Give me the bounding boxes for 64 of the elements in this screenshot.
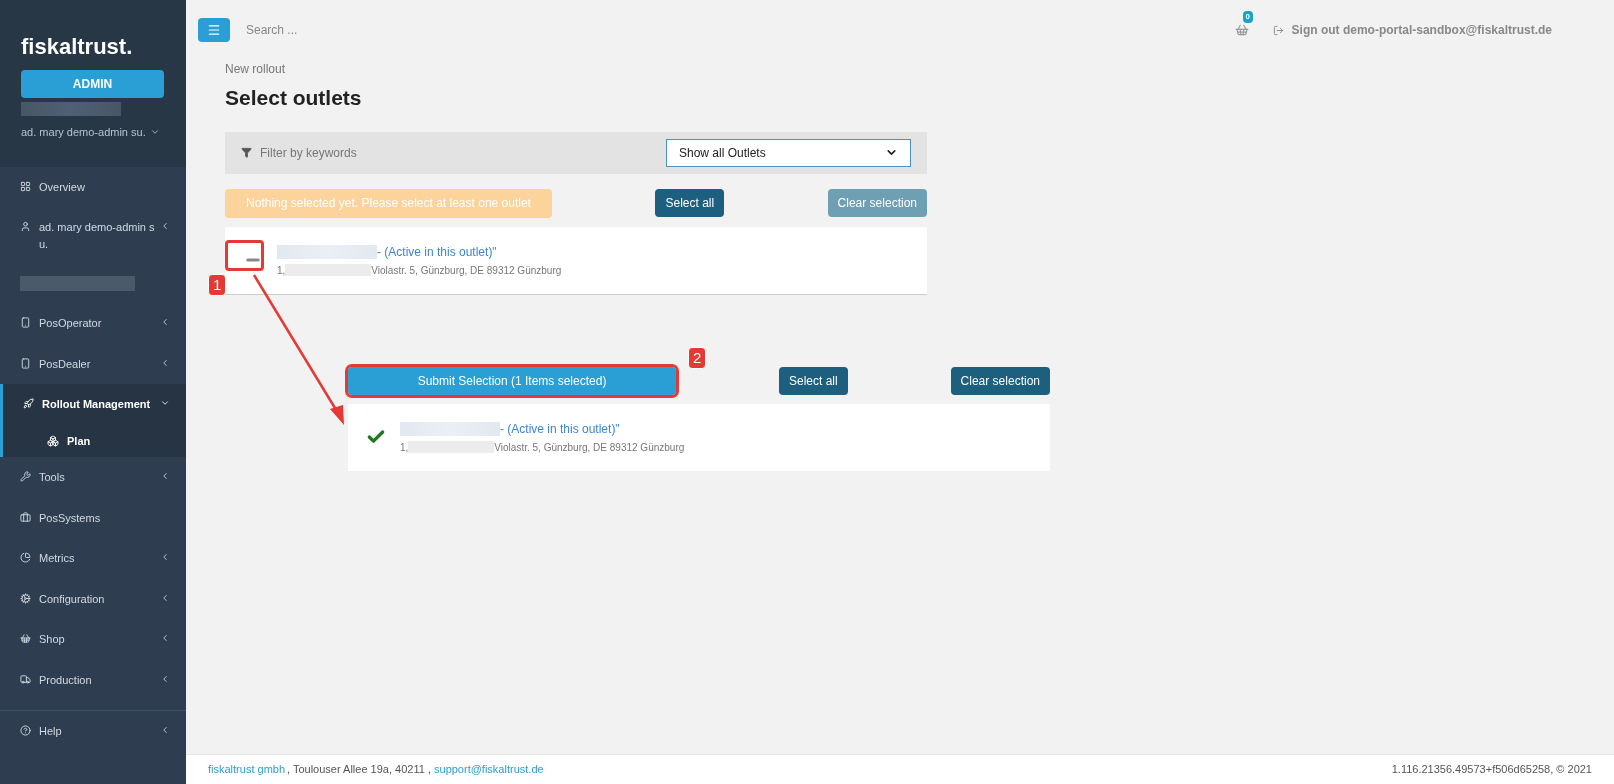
- outlet-address: Violastr. 5, Günzburg, DE 89312 Günzburg: [494, 440, 685, 455]
- chevron-icon: [160, 317, 170, 327]
- nav-item[interactable]: Overview: [0, 166, 186, 207]
- outlet-status[interactable]: - (Active in this outlet)": [500, 419, 620, 438]
- nav-item[interactable]: ad. mary demo-admin s u.: [0, 207, 186, 264]
- menu-button[interactable]: [198, 18, 230, 42]
- nav-item[interactable]: PosOperator: [0, 303, 186, 344]
- menu-item-icon: [20, 592, 31, 604]
- chevron-icon: [160, 592, 170, 603]
- select-all-button[interactable]: Select all: [778, 366, 848, 395]
- menu-item-icon: [20, 357, 31, 369]
- menu-item-icon: [23, 398, 34, 409]
- version-text: 1.116.21356.49573+f506d65258, © 2021: [1391, 762, 1592, 778]
- chevron-icon: [160, 633, 170, 643]
- menu-item-icon: [20, 552, 31, 563]
- basket-icon[interactable]: [1234, 23, 1249, 37]
- nav-item[interactable]: Help: [0, 711, 186, 752]
- chevron-icon: [160, 471, 170, 481]
- menu-icon: [207, 23, 221, 37]
- search-field[interactable]: Search ...: [246, 21, 546, 39]
- nav-item[interactable]: PosSystems: [0, 497, 186, 538]
- nav-item[interactable]: Metrics: [0, 538, 186, 579]
- callout-marker: 1: [208, 274, 227, 296]
- menu-item-icon: [20, 317, 31, 328]
- cart-count-badge: 0: [1242, 11, 1254, 23]
- chevron-icon: [160, 725, 170, 735]
- dash-highlight: [225, 240, 264, 271]
- nav-item[interactable]: Tools: [0, 457, 186, 498]
- filter-field[interactable]: Filter by keywords: [260, 143, 666, 162]
- boxes-icon: [47, 434, 59, 447]
- menu-item-icon: [20, 725, 31, 736]
- filter-icon: [241, 147, 252, 158]
- menu-item-icon: [20, 221, 31, 232]
- menu-item-icon: [20, 471, 31, 482]
- menu-item-icon: [20, 511, 31, 523]
- outlet-select[interactable]: Show all Outlets: [666, 138, 911, 167]
- user-menu[interactable]: ad. mary demo-admin su.: [21, 124, 165, 141]
- sign-out-icon: [1272, 24, 1284, 36]
- chevron-icon: [160, 221, 170, 231]
- chevron-icon: [160, 673, 170, 684]
- page-title: Select outlets: [225, 85, 363, 111]
- nav-item[interactable]: Shop: [0, 619, 186, 660]
- footer-address: , Toulouser Allee 19a, 40211 ,: [287, 762, 432, 778]
- outlet-status[interactable]: - (Active in this outlet)": [377, 242, 497, 261]
- menu-item-icon: [20, 673, 31, 685]
- nav-item[interactable]: Production: [0, 659, 186, 700]
- logo: fiskaltrust.: [21, 36, 134, 58]
- nav-subitem[interactable]: Plan: [3, 424, 186, 457]
- menu-item-icon: [20, 180, 31, 192]
- outlet-address: Violastr. 5, Günzburg, DE 89312 Günzburg: [371, 263, 562, 278]
- chevron-icon: [160, 552, 170, 562]
- nav-item[interactable]: Rollout Management: [3, 384, 186, 425]
- callout-marker: 2: [688, 347, 707, 369]
- address-prefix: 1,: [400, 440, 409, 455]
- chevron-icon: [160, 357, 170, 368]
- chevron-icon: [160, 398, 170, 408]
- clear-selection-button[interactable]: Clear selection: [950, 366, 1050, 395]
- breadcrumb: New rollout: [225, 61, 287, 78]
- address-prefix: 1,: [277, 263, 286, 278]
- menu-item-icon: [20, 633, 31, 644]
- nav-item[interactable]: PosDealer: [0, 343, 186, 384]
- warning-alert: Nothing selected yet. Please select at least one outlet: [225, 188, 552, 218]
- nav-item[interactable]: Configuration: [0, 578, 186, 619]
- select-all-button[interactable]: Select all: [655, 189, 725, 217]
